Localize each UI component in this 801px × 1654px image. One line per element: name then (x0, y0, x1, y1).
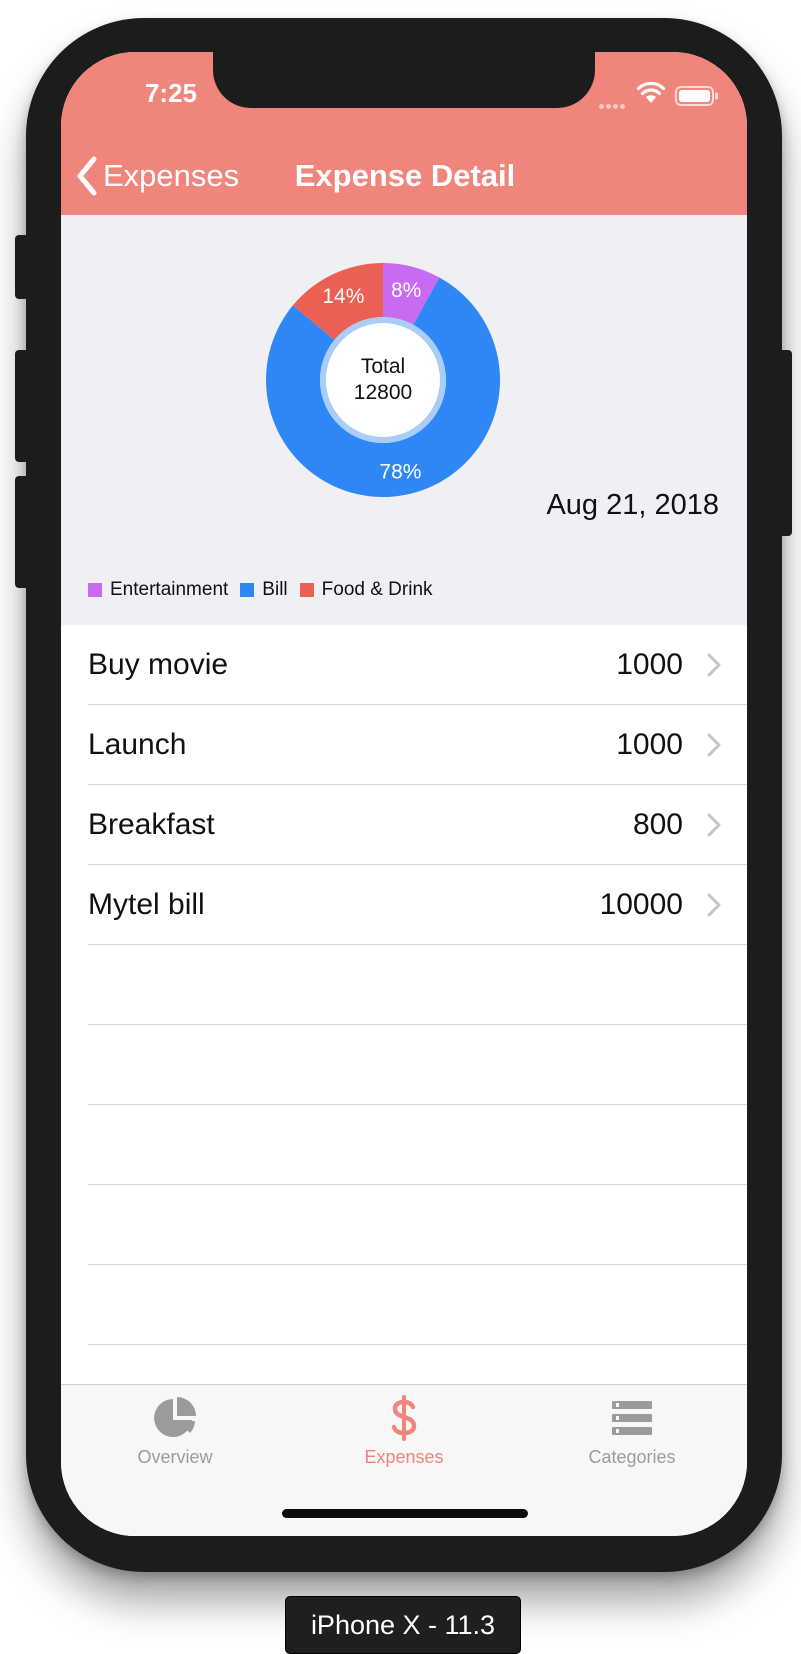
chevron-right-icon (707, 653, 721, 677)
battery-icon (675, 86, 718, 106)
legend-swatch (240, 583, 255, 597)
pie-slice-label: 8% (391, 279, 421, 302)
legend-item-entertainment: Entertainment (88, 579, 228, 601)
list-icon (612, 1401, 652, 1435)
volume-up-button (15, 350, 29, 462)
pie-slice-label: 14% (322, 285, 364, 308)
tab-bar: Overview Expenses Categories (61, 1384, 747, 1536)
expense-name: Breakfast (88, 808, 215, 841)
tab-categories[interactable]: Categories (532, 1395, 732, 1475)
device-label: iPhone X - 11.3 (285, 1596, 521, 1654)
legend-label: Bill (262, 579, 288, 600)
expense-row[interactable]: Launch 1000 (61, 705, 747, 785)
legend-label: Entertainment (110, 579, 229, 600)
chevron-left-icon (77, 156, 97, 196)
empty-row (61, 1025, 747, 1105)
expense-name: Buy movie (88, 648, 229, 681)
expense-row[interactable]: Mytel bill 10000 (61, 865, 747, 945)
status-time: 7:25 (144, 78, 198, 108)
expense-amount: 1000 (616, 728, 683, 761)
tab-label: Categories (588, 1447, 676, 1467)
pie-chart-icon (154, 1397, 196, 1437)
legend-item-food-drink: Food & Drink (299, 579, 433, 601)
chart-center-value: 12800 (354, 381, 412, 404)
empty-row (61, 945, 747, 1025)
wifi-icon (636, 82, 666, 103)
notch (213, 52, 595, 108)
expense-amount: 800 (632, 808, 683, 841)
chevron-right-icon (707, 733, 721, 757)
expense-name: Launch (88, 728, 187, 761)
legend-swatch (88, 583, 102, 597)
pie-slice-label: 78% (379, 460, 421, 483)
chart-section: Total 12800 8% 78% 14% Aug 21, 2018 Entert… (61, 215, 747, 625)
expense-amount: 1000 (616, 648, 683, 681)
back-button[interactable]: Expenses (75, 152, 239, 200)
empty-row (61, 1265, 747, 1345)
home-indicator[interactable] (282, 1509, 528, 1518)
chevron-right-icon (707, 893, 721, 917)
tab-overview[interactable]: Overview (75, 1395, 275, 1475)
tab-expenses[interactable]: Expenses (304, 1395, 504, 1475)
dollar-icon (391, 1395, 417, 1441)
donut-hole (326, 323, 440, 437)
chart-legend: Entertainment Bill Food & Drink (88, 575, 445, 605)
expense-name: Mytel bill (88, 888, 205, 921)
back-label: Expenses (103, 158, 240, 193)
screen: 7:25 Expenses Expense Detail Total 12800… (61, 52, 747, 1536)
expense-row[interactable]: Buy movie 1000 (61, 625, 747, 705)
legend-item-bill: Bill (240, 579, 288, 601)
empty-row (61, 1105, 747, 1185)
chart-center-label: Total (361, 355, 405, 378)
expense-date: Aug 21, 2018 (546, 489, 719, 521)
navigation-header: 7:25 Expenses Expense Detail (61, 52, 747, 215)
volume-down-button (15, 476, 29, 588)
silent-switch (15, 235, 29, 299)
tab-label: Expenses (364, 1447, 444, 1467)
chevron-right-icon (707, 813, 721, 837)
page-title: Expense Detail (294, 158, 516, 193)
empty-row (61, 1185, 747, 1265)
device-label-text: iPhone X - 11.3 (310, 1609, 496, 1640)
expense-amount: 10000 (599, 888, 683, 921)
expense-list: Buy movie 1000 Launch 1000 Breakfast 800… (61, 625, 747, 1345)
legend-label: Food & Drink (321, 579, 433, 600)
cellular-signal-icon (599, 96, 627, 114)
legend-swatch (299, 583, 314, 597)
expense-row[interactable]: Breakfast 800 (61, 785, 747, 865)
tab-label: Overview (137, 1447, 213, 1467)
power-button (778, 350, 792, 536)
